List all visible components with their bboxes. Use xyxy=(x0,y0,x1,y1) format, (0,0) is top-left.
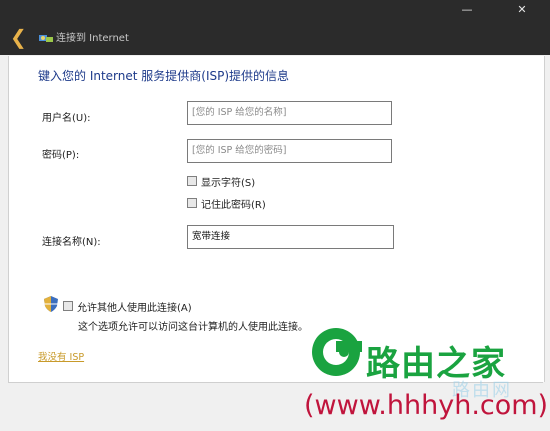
uac-shield-icon xyxy=(44,296,58,312)
password-input[interactable]: [您的 ISP 给您的密码] xyxy=(187,139,392,163)
wizard-title: 连接到 Internet xyxy=(56,33,129,44)
connection-name-label: 连接名称(N): xyxy=(42,237,101,248)
close-button[interactable]: ✕ xyxy=(514,4,530,16)
title-bar: — ✕ ❮ 连接到 Internet xyxy=(0,0,550,55)
page-heading: 键入您的 Internet 服务提供商(ISP)提供的信息 xyxy=(38,69,290,83)
username-label: 用户名(U): xyxy=(42,113,91,124)
allow-others-label: 允许其他人使用此连接(A) xyxy=(77,302,192,314)
connection-name-input[interactable]: 宽带连接 xyxy=(187,225,394,249)
minimize-button[interactable]: — xyxy=(459,4,475,16)
remember-password-checkbox-row[interactable]: 记住此密码(R) xyxy=(187,196,266,211)
allow-others-note: 这个选项允许可以访问这台计算机的人使用此连接。 xyxy=(78,322,308,333)
network-icon xyxy=(39,35,53,42)
password-label: 密码(P): xyxy=(42,150,80,161)
watermark-url: (www.hhhyh.com) xyxy=(304,390,549,421)
remember-password-label: 记住此密码(R) xyxy=(201,199,266,211)
remember-password-checkbox[interactable] xyxy=(187,198,197,208)
no-isp-link[interactable]: 我没有 ISP xyxy=(38,349,84,363)
allow-others-checkbox[interactable] xyxy=(63,301,73,311)
show-chars-checkbox-row[interactable]: 显示字符(S) xyxy=(187,174,256,189)
show-chars-checkbox[interactable] xyxy=(187,176,197,186)
username-input[interactable]: [您的 ISP 给您的名称] xyxy=(187,101,392,125)
allow-others-checkbox-row[interactable]: 允许其他人使用此连接(A) xyxy=(63,299,192,314)
back-arrow-icon[interactable]: ❮ xyxy=(10,26,28,48)
show-chars-label: 显示字符(S) xyxy=(201,177,256,189)
